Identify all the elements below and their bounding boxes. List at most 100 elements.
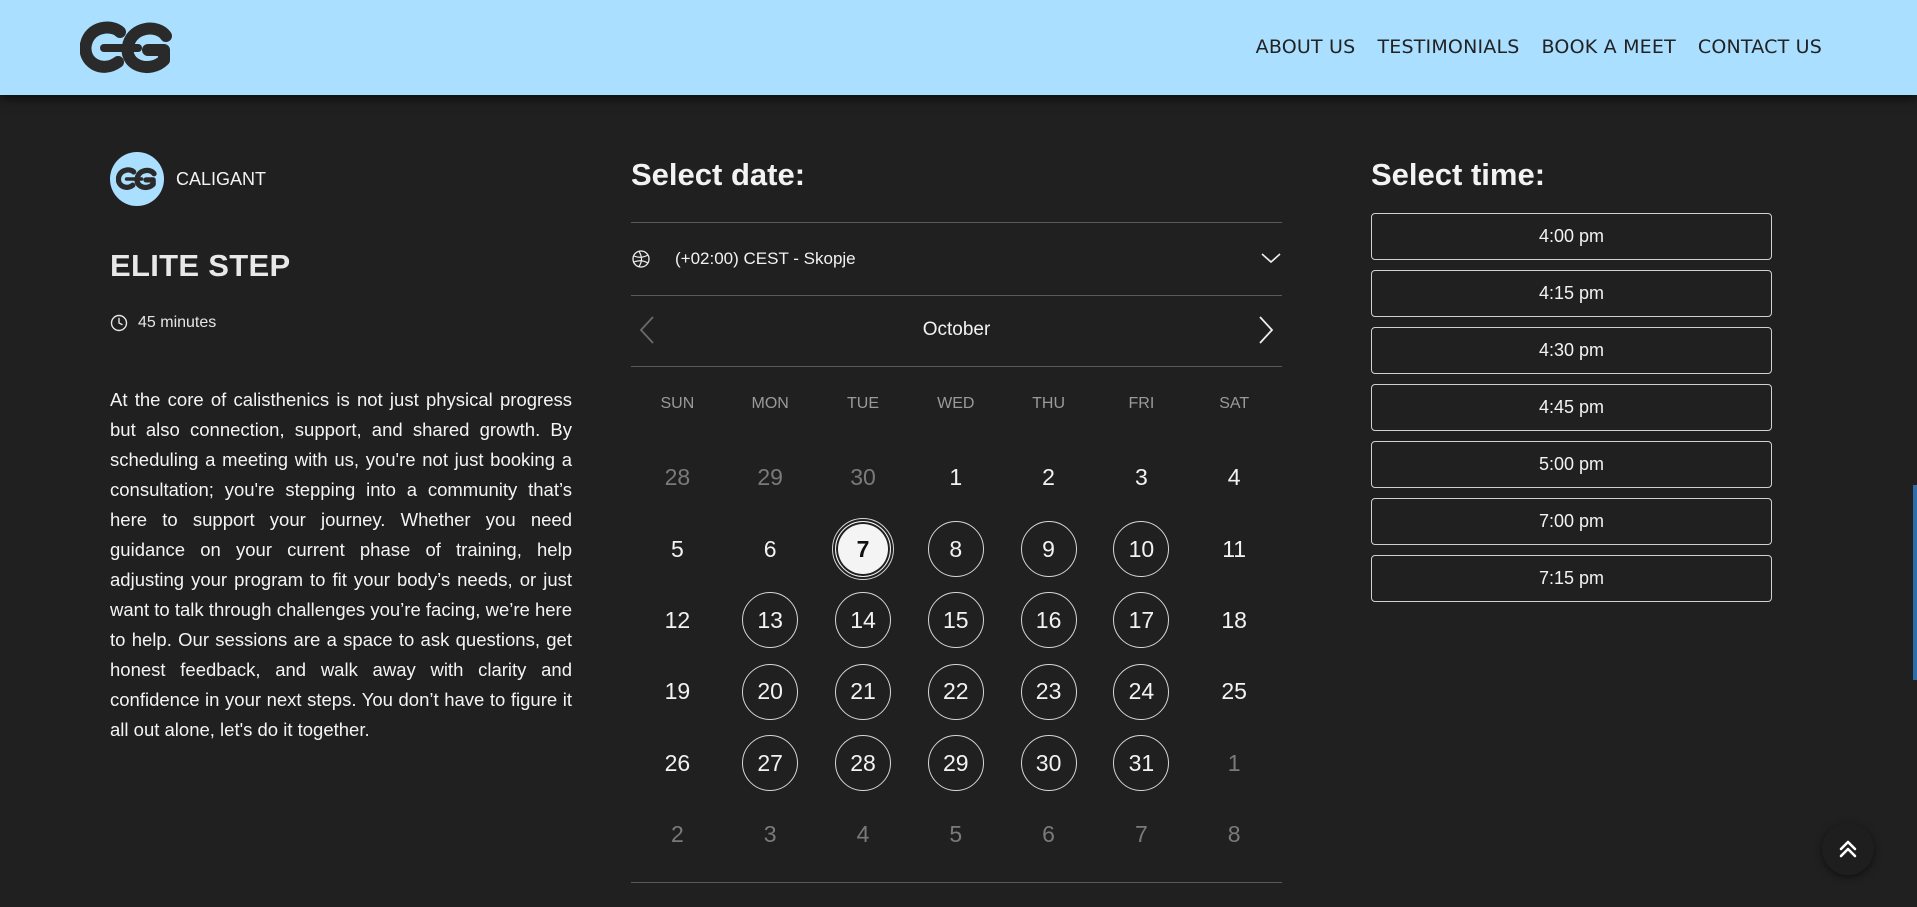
calendar-day-available[interactable]: 8	[909, 513, 1002, 584]
time-slot-button[interactable]: 4:15 pm	[1371, 270, 1772, 317]
calendar-day: 3	[1095, 442, 1188, 513]
calendar-day-selected[interactable]: 7	[817, 513, 910, 584]
calendar-day-available[interactable]: 16	[1002, 585, 1095, 656]
calendar-day: 2	[1002, 442, 1095, 513]
calendar-day: 4	[1188, 442, 1281, 513]
calendar-day-available[interactable]: 21	[817, 656, 910, 727]
scrollbar-thumb[interactable]	[1913, 485, 1917, 680]
nav-contact-us[interactable]: CONTACT US	[1698, 36, 1822, 58]
calendar-day: 1	[909, 442, 1002, 513]
calendar-day-number: 29	[757, 464, 783, 491]
chevron-down-icon[interactable]	[1260, 247, 1282, 269]
weekday-label: WED	[937, 395, 975, 412]
calendar-day: 5	[631, 513, 724, 584]
time-slot-button[interactable]: 4:00 pm	[1371, 213, 1772, 260]
calendar-day-number: 1	[949, 464, 963, 491]
calendar-day-number: 26	[664, 749, 691, 776]
month-navigator: October	[631, 296, 1282, 367]
cg-logo-icon[interactable]	[79, 18, 175, 78]
calendar-day: 26	[631, 728, 724, 799]
timezone-select[interactable]: (+02:00) CEST - Skopje	[631, 222, 1282, 296]
calendar-day-number: 11	[1222, 535, 1247, 562]
time-slot-button[interactable]: 4:30 pm	[1371, 327, 1772, 374]
calendar-day-available[interactable]: 13	[724, 585, 817, 656]
calendar-day: 1	[1188, 728, 1281, 799]
calendar-day-number: 16	[1020, 592, 1077, 649]
calendar-day-number: 18	[1221, 606, 1247, 633]
duration-label: 45 minutes	[138, 314, 217, 331]
time-slot-button[interactable]: 7:15 pm	[1371, 555, 1772, 602]
calendar-day-number: 14	[834, 592, 891, 649]
calendar-day-number: 4	[1227, 464, 1241, 491]
calendar-day-available[interactable]: 22	[909, 656, 1002, 727]
event-title: ELITE STEP	[110, 248, 291, 283]
double-chevron-up-icon	[1839, 840, 1857, 858]
calendar-day: 19	[631, 656, 724, 727]
calendar-day-number: 2	[670, 821, 684, 848]
calendar-day-available[interactable]: 9	[1002, 513, 1095, 584]
calendar-day-number: 19	[664, 678, 691, 705]
clock-icon	[110, 314, 128, 332]
calendar-day-number: 13	[742, 592, 799, 649]
time-slot-button[interactable]: 7:00 pm	[1371, 498, 1772, 545]
calendar-day-available[interactable]: 10	[1095, 513, 1188, 584]
calendar-day-number: 7	[831, 518, 894, 581]
calendar-day-number: 12	[664, 606, 691, 633]
calendar-day-number: 17	[1113, 592, 1170, 649]
chevron-right-icon[interactable]	[1254, 314, 1278, 346]
calendar-day: 2	[631, 799, 724, 870]
calendar-day: 12	[631, 585, 724, 656]
calendar-day: 3	[724, 799, 817, 870]
calendar-day-available[interactable]: 23	[1002, 656, 1095, 727]
calendar-day-number: 21	[834, 663, 891, 720]
calendar-day-number: 7	[1134, 821, 1148, 848]
calendar-day-available[interactable]: 15	[909, 585, 1002, 656]
calendar-day-number: 8	[1227, 821, 1241, 848]
calendar-day: 4	[817, 799, 910, 870]
scroll-to-top-button[interactable]	[1822, 823, 1874, 875]
weekday-header: SUN MON TUE WED THU FRI SAT	[631, 395, 1282, 413]
nav-testimonials[interactable]: TESTIMONIALS	[1377, 36, 1519, 58]
weekday-label: FRI	[1128, 395, 1155, 412]
time-slot-button[interactable]: 4:45 pm	[1371, 384, 1772, 431]
host-name: CALIGANT	[176, 168, 267, 189]
calendar-day-available[interactable]: 27	[724, 728, 817, 799]
calendar-day: 25	[1188, 656, 1281, 727]
site-header: ABOUT US TESTIMONIALS BOOK A MEET CONTAC…	[0, 0, 1917, 95]
event-duration: 45 minutes	[110, 314, 216, 332]
weekday-label: THU	[1032, 395, 1066, 412]
calendar-day-number: 27	[742, 735, 799, 792]
calendar-day-available[interactable]: 29	[909, 728, 1002, 799]
calendar-day: 11	[1188, 513, 1281, 584]
event-description: At the core of calisthenics is not just …	[110, 389, 572, 740]
select-time-heading: Select time:	[1371, 157, 1546, 192]
calendar-day-number: 6	[763, 535, 777, 562]
calendar-days-grid: 28 29 30 1 2 3 4 5 6 7 8 9 10 11 12 13 14 15 16 17 18 19 20 21 2…	[631, 442, 1282, 870]
calendar-day-number: 10	[1113, 521, 1170, 578]
calendar-day-available[interactable]: 28	[817, 728, 910, 799]
nav-book-a-meet[interactable]: BOOK A MEET	[1542, 36, 1676, 58]
calendar-day-number: 5	[670, 535, 684, 562]
time-slot-button[interactable]: 5:00 pm	[1371, 441, 1772, 488]
calendar-day: 18	[1188, 585, 1281, 656]
timezone-value: (+02:00) CEST - Skopje	[675, 249, 856, 268]
host-info: CALIGANT	[110, 152, 266, 206]
calendar-day: 7	[1095, 799, 1188, 870]
calendar-day-number: 8	[927, 521, 984, 578]
calendar-day-available[interactable]: 30	[1002, 728, 1095, 799]
nav-about-us[interactable]: ABOUT US	[1256, 36, 1356, 58]
globe-icon	[632, 250, 650, 268]
calendar-day-available[interactable]: 24	[1095, 656, 1188, 727]
calendar-day-available[interactable]: 20	[724, 656, 817, 727]
calendar-day-number: 15	[927, 592, 984, 649]
calendar-day-number: 4	[856, 821, 870, 848]
calendar-day-number: 3	[1134, 464, 1148, 491]
calendar-day-available[interactable]: 14	[817, 585, 910, 656]
calendar-day-available[interactable]: 31	[1095, 728, 1188, 799]
calendar-day-number: 24	[1113, 663, 1170, 720]
host-avatar	[110, 152, 164, 206]
calendar-day-available[interactable]: 17	[1095, 585, 1188, 656]
time-slot-list: 4:00 pm 4:15 pm 4:30 pm 4:45 pm 5:00 pm 7:00 …	[1371, 213, 1772, 602]
select-date-heading: Select date:	[631, 157, 806, 192]
calendar-day: 30	[817, 442, 910, 513]
